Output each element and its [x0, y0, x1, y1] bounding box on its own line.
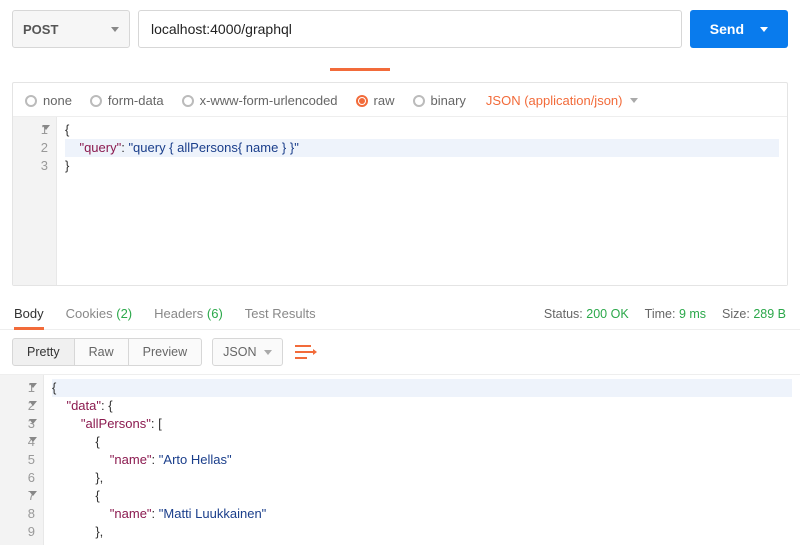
fold-icon: [29, 437, 37, 442]
response-format-row: Pretty Raw Preview JSON: [0, 330, 800, 375]
tab-label: Cookies: [66, 306, 113, 321]
response-lang-dropdown[interactable]: JSON: [212, 338, 283, 366]
radio-icon-selected: [356, 95, 368, 107]
code-text: "Matti Luukkainen": [159, 506, 267, 521]
request-tabs: [0, 58, 800, 76]
code-area[interactable]: { "query": "query { allPersons{ name } }…: [57, 117, 787, 285]
body-type-none[interactable]: none: [25, 93, 72, 108]
tab-headers[interactable]: Headers (6): [154, 306, 223, 321]
active-tab-indicator: [330, 68, 390, 71]
code-text: "query { allPersons{ name } }": [128, 140, 298, 155]
format-raw[interactable]: Raw: [75, 338, 129, 366]
send-button[interactable]: Send: [690, 10, 788, 48]
body-type-binary[interactable]: binary: [413, 93, 466, 108]
code-text: {: [95, 434, 99, 449]
wrap-lines-icon[interactable]: [295, 343, 317, 361]
code-text: {: [52, 380, 56, 395]
code-text: "allPersons": [81, 416, 151, 431]
format-pretty[interactable]: Pretty: [12, 338, 75, 366]
fold-icon: [29, 491, 37, 496]
chevron-down-icon: [111, 27, 119, 32]
response-body-editor[interactable]: 1 2 3 4 5 6 7 8 9 { "data": { "allPerson…: [0, 375, 800, 545]
send-label: Send: [710, 21, 744, 37]
body-type-raw[interactable]: raw: [356, 93, 395, 108]
size-label: Size:: [722, 307, 750, 321]
code-text: "Arto Hellas": [159, 452, 232, 467]
request-body-editor[interactable]: 1 2 3 { "query": "query { allPersons{ na…: [13, 117, 787, 285]
code-text: "name": [110, 452, 152, 467]
response-meta: Status: 200 OK Time: 9 ms Size: 289 B: [544, 307, 786, 321]
url-input[interactable]: [138, 10, 682, 48]
fold-icon: [29, 401, 37, 406]
content-type-dropdown[interactable]: JSON (application/json): [486, 93, 639, 108]
code-text: }: [65, 158, 69, 173]
lang-label: JSON: [223, 345, 256, 359]
radio-label: form-data: [108, 93, 164, 108]
code-text: },: [95, 524, 103, 539]
radio-icon: [25, 95, 37, 107]
chevron-down-icon: [760, 27, 768, 32]
chevron-down-icon: [630, 98, 638, 103]
radio-icon: [90, 95, 102, 107]
request-bar: POST Send: [0, 0, 800, 56]
line-gutter: 1 2 3 4 5 6 7 8 9: [0, 375, 44, 545]
line-gutter: 1 2 3: [13, 117, 57, 285]
radio-label: binary: [431, 93, 466, 108]
status-value: 200 OK: [586, 307, 628, 321]
body-type-urlencoded[interactable]: x-www-form-urlencoded: [182, 93, 338, 108]
request-body-panel: none form-data x-www-form-urlencoded raw…: [12, 82, 788, 286]
body-type-row: none form-data x-www-form-urlencoded raw…: [13, 83, 787, 117]
fold-icon: [29, 419, 37, 424]
radio-icon: [182, 95, 194, 107]
tab-count: (2): [116, 306, 132, 321]
fold-icon: [42, 125, 50, 130]
tab-count: (6): [207, 306, 223, 321]
code-text: },: [95, 470, 103, 485]
code-text: {: [95, 488, 99, 503]
tab-body[interactable]: Body: [14, 306, 44, 321]
http-method-label: POST: [23, 22, 58, 37]
chevron-down-icon: [264, 350, 272, 355]
tab-test-results[interactable]: Test Results: [245, 306, 316, 321]
size-value: 289 B: [753, 307, 786, 321]
radio-label: none: [43, 93, 72, 108]
code-text: {: [65, 122, 69, 137]
tab-cookies[interactable]: Cookies (2): [66, 306, 132, 321]
time-label: Time:: [645, 307, 676, 321]
response-tabs-row: Body Cookies (2) Headers (6) Test Result…: [0, 296, 800, 330]
time-value: 9 ms: [679, 307, 706, 321]
code-text: "name": [110, 506, 152, 521]
status-label: Status:: [544, 307, 583, 321]
content-type-label: JSON (application/json): [486, 93, 623, 108]
body-type-form-data[interactable]: form-data: [90, 93, 164, 108]
code-text: "data": [66, 398, 101, 413]
code-text: "query": [79, 140, 121, 155]
fold-icon: [29, 383, 37, 388]
radio-icon: [413, 95, 425, 107]
code-area[interactable]: { "data": { "allPersons": [ { "name": "A…: [44, 375, 800, 545]
http-method-dropdown[interactable]: POST: [12, 10, 130, 48]
tab-label: Headers: [154, 306, 203, 321]
format-preview[interactable]: Preview: [129, 338, 202, 366]
radio-label: raw: [374, 93, 395, 108]
radio-label: x-www-form-urlencoded: [200, 93, 338, 108]
